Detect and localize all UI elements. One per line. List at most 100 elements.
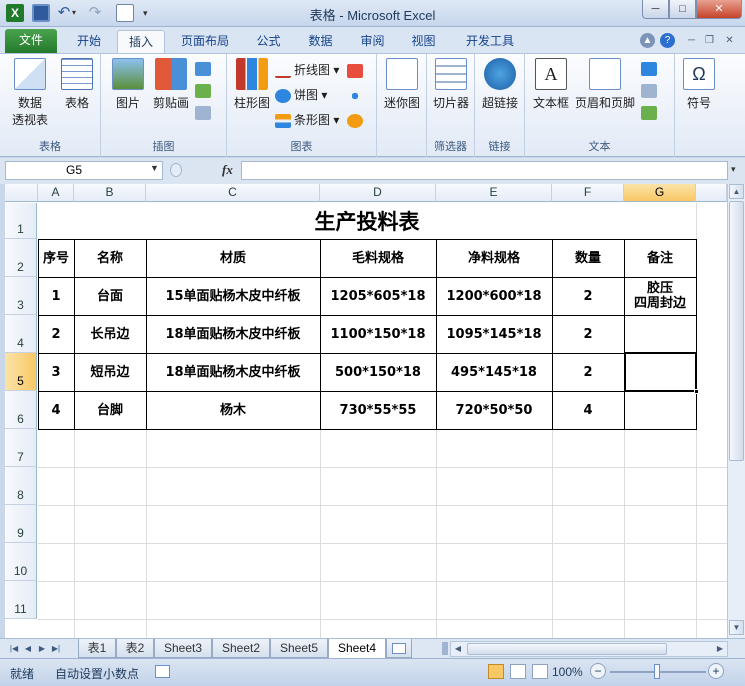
row-header-1[interactable]: 1 <box>5 203 37 239</box>
tab-developer[interactable]: 开发工具 <box>455 30 525 53</box>
column-header-e[interactable]: E <box>436 184 552 202</box>
data-cell[interactable]: 2 <box>552 277 624 315</box>
header-cell-name[interactable]: 名称 <box>74 239 146 277</box>
column-header-d[interactable]: D <box>320 184 436 202</box>
vertical-scroll-thumb[interactable] <box>729 201 744 461</box>
column-header-b[interactable]: B <box>74 184 146 202</box>
next-sheet-icon[interactable]: ▶ <box>36 642 48 655</box>
data-cell[interactable]: 720*50*50 <box>436 391 552 429</box>
active-cell-selection[interactable] <box>624 352 697 392</box>
header-cell-index[interactable]: 序号 <box>38 239 74 277</box>
worksheet-grid[interactable]: A B C D E F G 1 2 3 4 5 6 7 8 9 10 11 生产… <box>5 184 727 638</box>
fx-icon[interactable]: fx <box>222 162 233 178</box>
row-header-7[interactable]: 7 <box>5 429 37 467</box>
zoom-slider-thumb[interactable] <box>654 664 660 679</box>
tab-split-handle[interactable] <box>442 642 448 655</box>
data-cell[interactable]: 3 <box>38 353 74 391</box>
row-header-10[interactable]: 10 <box>5 543 37 581</box>
normal-view-icon[interactable] <box>488 664 504 679</box>
data-cell[interactable]: 台面 <box>74 277 146 315</box>
data-cell-remark[interactable]: 胶压 四周封边 <box>624 277 696 315</box>
tab-insert[interactable]: 插入 <box>117 30 165 53</box>
column-chart-button[interactable]: 柱形图 <box>231 58 273 111</box>
sheet-title-cell[interactable]: 生产投料表 <box>38 203 696 239</box>
workbook-minimize-icon[interactable]: ─ <box>684 33 699 48</box>
data-cell[interactable]: 18单面贴杨木皮中纤板 <box>146 315 320 353</box>
row-header-9[interactable]: 9 <box>5 505 37 543</box>
header-footer-button[interactable]: 页眉和页脚 <box>575 58 635 111</box>
data-cell[interactable]: 1205*605*18 <box>320 277 436 315</box>
vertical-scrollbar[interactable]: ▲ ▼ <box>727 184 745 638</box>
data-cell[interactable]: 2 <box>552 315 624 353</box>
data-cell[interactable]: 长吊边 <box>74 315 146 353</box>
zoom-out-icon[interactable]: − <box>590 663 606 679</box>
data-cell[interactable]: 500*150*18 <box>320 353 436 391</box>
macro-record-icon[interactable] <box>155 665 170 678</box>
tab-page-layout[interactable]: 页面布局 <box>170 30 240 53</box>
tab-home[interactable]: 开始 <box>64 30 114 53</box>
scroll-up-icon[interactable]: ▲ <box>729 184 744 199</box>
clipart-button[interactable]: 剪贴画 <box>149 58 193 111</box>
data-cell[interactable]: 2 <box>552 353 624 391</box>
sheet-tab-3[interactable]: Sheet3 <box>154 639 212 658</box>
workbook-restore-icon[interactable]: ❐ <box>702 33 717 48</box>
help-icon[interactable]: ? <box>660 33 675 48</box>
textbox-button[interactable]: A 文本框 <box>529 58 573 111</box>
line-chart-button[interactable]: 折线图 ▾ <box>275 60 339 80</box>
sheet-tab-1[interactable]: 表1 <box>78 639 116 658</box>
last-sheet-icon[interactable]: ▶| <box>50 642 62 655</box>
pie-chart-button[interactable]: 饼图 ▾ <box>275 85 327 105</box>
data-cell[interactable]: 台脚 <box>74 391 146 429</box>
zoom-in-icon[interactable]: + <box>708 663 724 679</box>
wordart-button[interactable] <box>641 58 660 78</box>
header-cell-net-size[interactable]: 净料规格 <box>436 239 552 277</box>
name-box[interactable]: G5 <box>5 161 163 180</box>
hyperlink-button[interactable]: 超链接 <box>479 58 521 111</box>
data-cell[interactable]: 4 <box>552 391 624 429</box>
scroll-left-icon[interactable]: ◀ <box>451 642 465 656</box>
row-header-8[interactable]: 8 <box>5 467 37 505</box>
column-header-g[interactable]: G <box>624 184 696 202</box>
shapes-button[interactable] <box>195 58 214 78</box>
header-cell-material[interactable]: 材质 <box>146 239 320 277</box>
table-button[interactable]: 表格 <box>56 58 98 111</box>
data-cell-remark[interactable] <box>624 391 696 429</box>
screenshot-button[interactable] <box>195 102 214 122</box>
workbook-close-icon[interactable]: ✕ <box>722 33 737 48</box>
formula-input[interactable] <box>241 161 728 180</box>
bar-chart-button[interactable]: 条形图 ▾ <box>275 110 339 130</box>
zoom-level[interactable]: 100% <box>552 665 583 679</box>
data-cell[interactable]: 1 <box>38 277 74 315</box>
row-header-2[interactable]: 2 <box>5 239 37 277</box>
header-cell-quantity[interactable]: 数量 <box>552 239 624 277</box>
horizontal-scrollbar[interactable]: ◀ ▶ <box>450 641 728 657</box>
column-header-a[interactable]: A <box>38 184 74 202</box>
row-header-11[interactable]: 11 <box>5 581 37 619</box>
scroll-right-icon[interactable]: ▶ <box>713 642 727 656</box>
fill-handle[interactable] <box>694 389 699 394</box>
data-cell-remark[interactable] <box>624 315 696 353</box>
tab-view[interactable]: 视图 <box>401 30 446 53</box>
object-button[interactable] <box>641 102 660 122</box>
data-cell[interactable]: 1100*150*18 <box>320 315 436 353</box>
first-sheet-icon[interactable]: |◀ <box>8 642 20 655</box>
smartart-button[interactable] <box>195 80 214 100</box>
pivot-table-button[interactable]: 数据 透视表 <box>6 58 54 128</box>
formula-bar-resize-icon[interactable] <box>170 163 182 177</box>
picture-button[interactable]: 图片 <box>109 58 147 111</box>
row-header-6[interactable]: 6 <box>5 391 37 429</box>
row-header-3[interactable]: 3 <box>5 277 37 315</box>
other-charts-button[interactable] <box>347 110 366 130</box>
data-cell[interactable]: 1095*145*18 <box>436 315 552 353</box>
sheet-tab-5[interactable]: Sheet5 <box>270 639 328 658</box>
data-cell[interactable]: 15单面贴杨木皮中纤板 <box>146 277 320 315</box>
scatter-chart-button[interactable] <box>347 85 366 105</box>
slicer-button[interactable]: 切片器 <box>429 58 473 111</box>
data-cell[interactable]: 495*145*18 <box>436 353 552 391</box>
formula-expand-icon[interactable]: ▾ <box>731 164 736 175</box>
row-header-5[interactable]: 5 <box>5 353 37 391</box>
data-cell[interactable]: 短吊边 <box>74 353 146 391</box>
area-chart-button[interactable] <box>347 60 366 80</box>
sparklines-button[interactable]: 迷你图 <box>381 58 423 111</box>
data-cell[interactable]: 杨木 <box>146 391 320 429</box>
